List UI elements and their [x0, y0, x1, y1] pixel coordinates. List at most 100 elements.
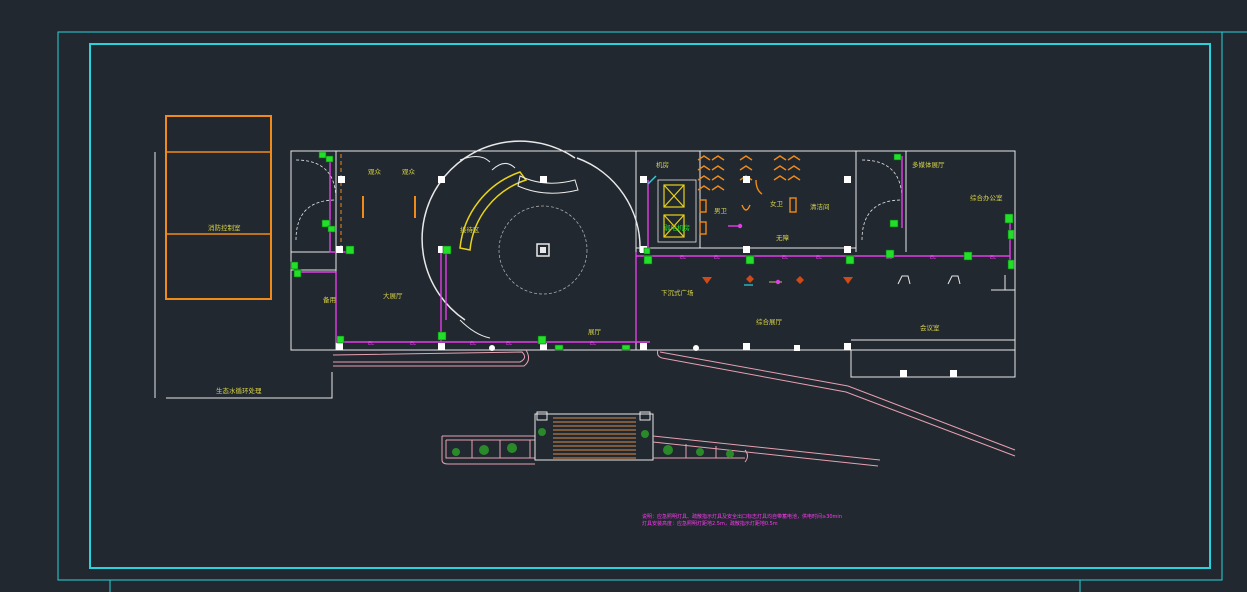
circuit-label-3: EL — [470, 341, 476, 347]
emergency-fixture-23 — [889, 219, 899, 228]
rotunda-outer-arc-2 — [576, 157, 641, 253]
outer-frame — [57, 31, 1223, 581]
elevator-shaft — [657, 179, 697, 243]
circuit-label-12: EL — [990, 255, 996, 261]
drawing-notes: 说明：应急照明灯具、疏散指示灯具及安全出口标志灯具均自带蓄电池，供电时间≥30m… — [642, 513, 842, 527]
emergency-fixture-25 — [737, 223, 743, 229]
exhibit-markers — [702, 275, 961, 286]
emergency-fixture-21 — [1007, 259, 1015, 270]
emergency-fixture-19 — [1004, 213, 1014, 224]
toilet-fixture-5 — [787, 155, 801, 181]
room-label: 清洁间 — [810, 202, 830, 211]
column-5 — [743, 176, 750, 183]
room-label: 女卫 — [770, 199, 784, 208]
emergency-fixture-22 — [893, 153, 902, 161]
room-label: 会议室 — [920, 323, 940, 332]
exhibit-marker-2 — [746, 275, 754, 283]
room-label: 消防控制室 — [208, 223, 241, 232]
building-walls — [290, 150, 1016, 378]
emergency-fixture-6 — [290, 261, 299, 270]
rotunda-ramp — [459, 171, 528, 251]
terrace-stairs — [553, 417, 636, 459]
circuit-label-2: EL — [410, 341, 416, 347]
meeting-room-bump — [850, 350, 1016, 378]
cad-floor-plan-canvas[interactable]: EL EL EL EL EL EL EL EL EL EL EL EL — [0, 0, 1247, 592]
emergency-fixture-15 — [745, 255, 755, 265]
column-19 — [950, 370, 957, 377]
ramp-right-3 — [657, 349, 663, 359]
circuit-label-11: EL — [930, 255, 936, 261]
plant-8 — [726, 450, 734, 458]
door-swing-3 — [861, 159, 903, 201]
room-label: 备用 — [323, 295, 336, 304]
emergency-fixture-12 — [554, 344, 564, 351]
column-16 — [743, 343, 750, 350]
entrance-ramps — [332, 349, 1016, 457]
emergency-fixture-13 — [621, 344, 631, 351]
toilet-fixture-7 — [699, 199, 707, 213]
room-labels: 观众 观众 机房 男卫 女卫 清洁间 无障 多媒体展厅 备用 展厅 下沉式广场 … — [208, 160, 1003, 395]
column-12 — [336, 343, 343, 350]
exhibit-marker-3 — [796, 276, 804, 284]
emergency-fixture-20 — [1007, 229, 1015, 240]
circuit-labels: EL EL EL EL EL EL EL EL EL EL EL EL — [368, 255, 996, 347]
emergency-fixture-24 — [643, 247, 651, 255]
emergency-fixture-4 — [327, 225, 336, 233]
plant-7 — [696, 448, 704, 456]
emergency-fixture-2 — [325, 155, 334, 163]
room-label: 男卫 — [714, 207, 728, 215]
room-label: 展厅 — [588, 328, 602, 336]
circuit-label-1: EL — [368, 341, 374, 347]
column-4 — [640, 176, 647, 183]
terrace-plants — [452, 428, 734, 458]
note-line-1: 说明：应急照明灯具、疏散指示灯具及安全出口标志灯具均自带蓄电池，供电时间≥30m… — [642, 513, 842, 520]
circuit-label-7: EL — [714, 255, 720, 261]
exhibit-marker-7 — [897, 275, 961, 285]
column-3 — [540, 176, 547, 183]
column-11 — [844, 246, 851, 253]
room-label: 多媒体展厅 — [912, 160, 945, 169]
plant-3 — [507, 443, 517, 453]
door-swings — [295, 159, 903, 241]
emergency-fixture-7 — [293, 269, 302, 278]
column-15 — [640, 343, 647, 350]
emergency-fixture-1 — [318, 151, 327, 159]
circuit-label-4: EL — [506, 341, 512, 347]
column-22 — [693, 345, 699, 351]
column-20 — [794, 345, 800, 351]
garden-terrace — [441, 411, 881, 467]
column-2 — [438, 176, 445, 183]
circuit-run-left — [329, 156, 350, 253]
terrace-pillar-left — [536, 411, 548, 421]
toilet-fixture-2 — [711, 155, 725, 191]
outbuilding — [154, 115, 333, 399]
plant-6 — [663, 445, 673, 455]
emergency-fixture-10 — [442, 245, 452, 255]
column-17 — [844, 343, 851, 350]
rotunda — [421, 140, 641, 339]
room-label: 观众 — [402, 168, 416, 176]
emergency-fixture-26 — [775, 279, 781, 285]
toilet-fixture-4 — [773, 155, 787, 181]
room-label: 机房 — [656, 160, 669, 169]
exhibit-marker-4 — [843, 277, 853, 284]
outbuilding-box — [165, 115, 272, 300]
emergency-fixture-17 — [963, 251, 973, 261]
circuit-drop — [647, 175, 657, 185]
circuit-label-6: EL — [680, 255, 686, 261]
room-label: 无障 — [776, 233, 790, 242]
plant-4 — [538, 428, 546, 436]
column-7 — [336, 246, 343, 253]
rotunda-outer-arc — [421, 140, 576, 321]
room-label: 综合办公室 — [970, 193, 1003, 202]
ramp-left — [332, 351, 526, 363]
room-label: 弱电机房 — [664, 223, 690, 232]
emergency-fixture-8 — [336, 335, 345, 344]
column-1 — [338, 176, 345, 183]
emergency-fixture-9 — [437, 331, 447, 341]
plant-5 — [641, 430, 649, 438]
column-6 — [844, 176, 851, 183]
toilet-fixture-6 — [741, 179, 763, 211]
terrace-left-wall-2 — [445, 440, 535, 459]
room-label: 接待区 — [460, 225, 480, 234]
